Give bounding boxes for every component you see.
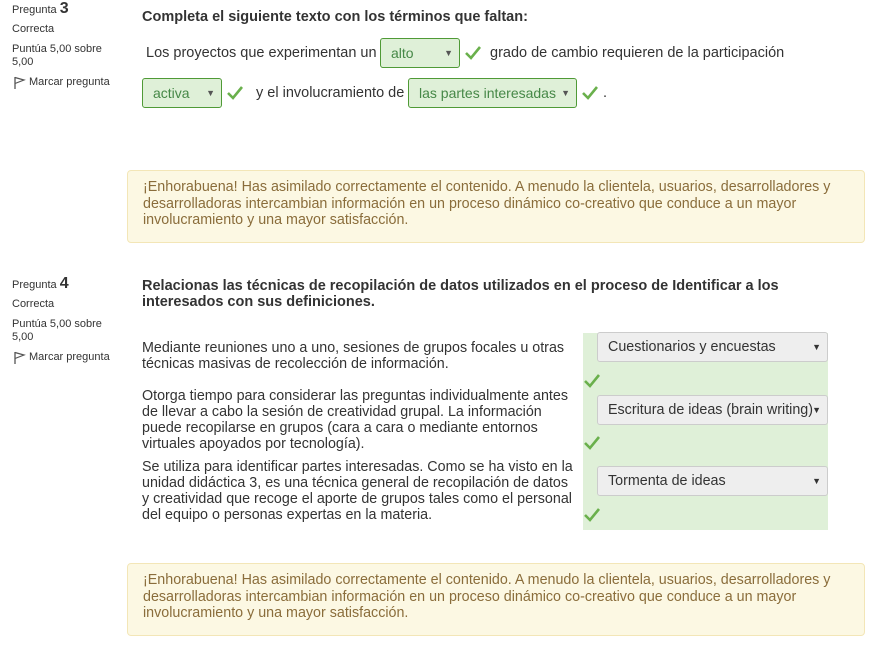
question-number: Pregunta 3 bbox=[12, 0, 69, 17]
q3-text-3: y el involucramiento de bbox=[256, 85, 405, 101]
q3-text-4: . bbox=[603, 85, 608, 101]
match-row-2-text: Otorga tiempo para considerar las pregun… bbox=[142, 388, 568, 452]
q3-text-1: Los proyectos que experimentan un bbox=[146, 45, 377, 61]
dropdown-arrow-icon: ▼ bbox=[812, 342, 821, 352]
check-icon bbox=[465, 46, 482, 60]
dropdown-arrow-icon: ▼ bbox=[206, 88, 215, 98]
match-row-2-select[interactable]: Escritura de ideas (brain writing) ▼ bbox=[597, 395, 828, 425]
check-icon bbox=[584, 374, 601, 388]
question-grade: Puntúa 5,00 sobre 5,00 bbox=[12, 43, 102, 68]
flag-icon bbox=[14, 351, 26, 364]
match-row-1-select[interactable]: Cuestionarios y encuestas ▼ bbox=[597, 332, 828, 362]
question-state: Correcta bbox=[12, 23, 55, 35]
q3-select-3[interactable]: las partes interesadas ▼ bbox=[408, 78, 577, 108]
dropdown-arrow-icon: ▼ bbox=[561, 88, 570, 98]
question-4-text: Relacionas las técnicas de recopilación … bbox=[142, 278, 779, 310]
q3-text-2: grado de cambio requieren de la particip… bbox=[490, 45, 785, 61]
match-row-3-text: Se utiliza para identificar partes inter… bbox=[142, 459, 573, 523]
q3-select-1[interactable]: alto ▼ bbox=[380, 38, 460, 68]
check-icon bbox=[584, 436, 601, 450]
question-number: Pregunta 4 bbox=[12, 275, 69, 292]
check-icon bbox=[582, 86, 599, 100]
flag-icon bbox=[14, 76, 26, 89]
dropdown-arrow-icon: ▼ bbox=[444, 48, 453, 58]
match-row-3-select[interactable]: Tormenta de ideas ▼ bbox=[597, 466, 828, 496]
q3-select-2[interactable]: activa ▼ bbox=[142, 78, 222, 108]
question-3-text: Completa el siguiente texto con los térm… bbox=[142, 9, 528, 25]
flag-question-link[interactable]: Marcar pregunta bbox=[12, 76, 124, 90]
question-state: Correcta bbox=[12, 298, 55, 310]
flag-question-link[interactable]: Marcar pregunta bbox=[12, 351, 124, 365]
question-4-info: Pregunta 4 Correcta Puntúa 5,00 sobre 5,… bbox=[12, 275, 124, 365]
question-grade: Puntúa 5,00 sobre 5,00 bbox=[12, 318, 102, 343]
dropdown-arrow-icon: ▼ bbox=[812, 476, 821, 486]
q4-feedback: ¡Enhorabuena! Has asimilado correctament… bbox=[127, 563, 865, 636]
question-3-info: Pregunta 3 Correcta Puntúa 5,00 sobre 5,… bbox=[12, 0, 124, 90]
check-icon bbox=[227, 86, 244, 100]
check-icon bbox=[584, 508, 601, 522]
q3-feedback: ¡Enhorabuena! Has asimilado correctament… bbox=[127, 170, 865, 243]
match-row-1-text: Mediante reuniones uno a uno, sesiones d… bbox=[142, 340, 565, 372]
dropdown-arrow-icon: ▼ bbox=[812, 405, 821, 415]
answer-column bbox=[583, 333, 828, 530]
